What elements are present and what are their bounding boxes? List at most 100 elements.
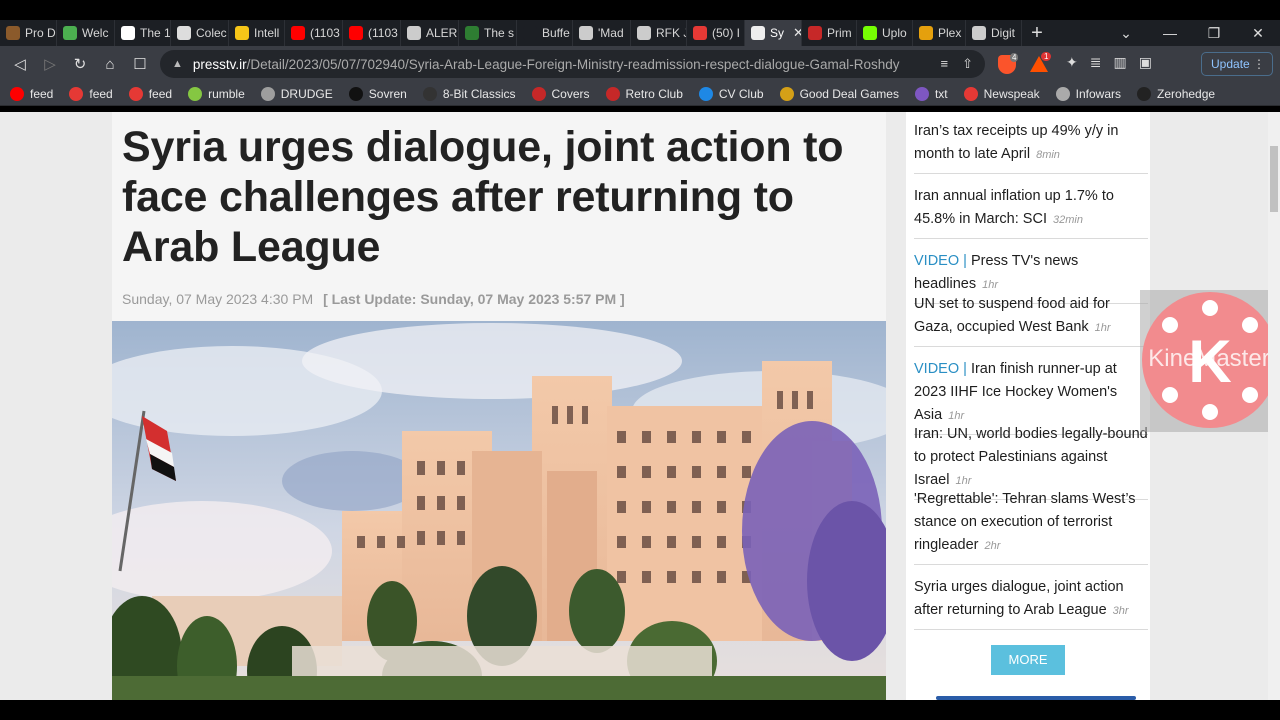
browser-tab[interactable]: The s <box>459 20 517 46</box>
bookmark-item[interactable]: txt <box>914 86 948 101</box>
logo-dot <box>1242 317 1258 333</box>
bookmarks-bar: feed feed feed rumble DRUDGE Sovren 8-Bit Clas… <box>0 82 1280 106</box>
bookmark-item[interactable]: Retro Club <box>605 86 683 101</box>
tab-favicon-icon <box>523 26 537 40</box>
bookmark-favicon-icon <box>779 86 794 101</box>
bookmark-favicon-icon <box>1055 86 1070 101</box>
address-bar[interactable]: ▲ presstv.ir/Detail/2023/05/07/702940/Sy… <box>160 50 985 78</box>
bookmark-favicon-icon <box>698 86 713 101</box>
tab-search-button[interactable]: ⌄ <box>1104 20 1148 46</box>
tab-favicon-icon <box>121 26 135 40</box>
browser-tab[interactable]: RFK J <box>631 20 687 46</box>
browser-tab[interactable]: Colec <box>171 20 229 46</box>
news-age: 3hr <box>1112 605 1129 617</box>
bookmark-item[interactable]: Sovren <box>348 86 407 101</box>
news-item[interactable]: 'Regrettable': Tehran slams West’s stanc… <box>914 488 1148 565</box>
playlist-icon[interactable]: ≣ <box>1090 54 1102 71</box>
browser-tab[interactable]: ALER <box>401 20 459 46</box>
back-button[interactable]: ◁ <box>5 55 35 73</box>
news-age: 1hr <box>948 410 965 422</box>
minimize-button[interactable]: — <box>1148 20 1192 46</box>
home-button[interactable]: ⌂ <box>95 56 125 73</box>
sidebar-icon[interactable]: ▥ <box>1113 54 1126 71</box>
bookmark-icon[interactable]: ☐ <box>125 55 155 73</box>
extensions-icon[interactable]: ✦ <box>1066 54 1078 71</box>
bookmark-favicon-icon <box>69 86 84 101</box>
url-path: /Detail/2023/05/07/702940/Syria-Arab-Lea… <box>246 56 900 72</box>
reader-mode-icon[interactable]: ≡ <box>941 56 949 72</box>
browser-tab[interactable]: Uplo <box>857 20 913 46</box>
news-age: 32min <box>1052 214 1083 226</box>
browser-tab[interactable]: (50) I <box>687 20 745 46</box>
bookmark-item[interactable]: Covers <box>531 86 590 101</box>
bookmark-item[interactable]: Zerohedge <box>1137 86 1215 101</box>
close-tab-icon[interactable]: ✕ <box>793 25 801 41</box>
wallet-icon[interactable]: ▣ <box>1139 54 1152 71</box>
reload-button[interactable]: ↻ <box>65 55 95 73</box>
tab-title: RFK J <box>656 26 687 40</box>
share-icon[interactable]: ⇧ <box>962 56 973 72</box>
latest-news-sidebar: Iran’s tax receipts up 49% y/y in month … <box>906 112 1150 700</box>
menu-icon[interactable]: ⋮ <box>1253 53 1265 75</box>
scrollbar-thumb[interactable] <box>1270 146 1278 212</box>
forward-button[interactable]: ▷ <box>35 55 65 73</box>
news-title: Iran: UN, world bodies legally-bound to … <box>914 426 1148 488</box>
bookmark-label: Retro Club <box>625 86 683 101</box>
tab-title: Pro D <box>25 26 56 40</box>
tab-favicon-icon <box>919 26 933 40</box>
browser-tab[interactable]: Buffe <box>517 20 573 46</box>
browser-tab[interactable]: Sy ✕ <box>745 20 802 46</box>
browser-tab[interactable]: The 1 <box>115 20 171 46</box>
bookmark-item[interactable]: feed <box>128 86 172 101</box>
url-host: presstv.ir <box>192 56 247 72</box>
bookmark-item[interactable]: 8-Bit Classics <box>422 86 516 101</box>
news-age: 1hr <box>1094 322 1111 334</box>
tab-title: The 1 <box>140 26 171 40</box>
tab-title: Buffe <box>542 26 570 40</box>
web-page: Syria urges dialogue, joint action to fa… <box>0 112 1280 700</box>
bookmark-item[interactable]: rumble <box>188 86 245 101</box>
bookmark-item[interactable]: DRUDGE <box>260 86 333 101</box>
news-item[interactable]: Iran annual inflation up 1.7% to 45.8% i… <box>914 185 1148 239</box>
bookmark-item[interactable]: CV Club <box>698 86 764 101</box>
news-title: Iran’s tax receipts up 49% y/y in month … <box>914 123 1119 162</box>
tab-title: 'Mad <box>598 26 624 40</box>
bookmark-label: Sovren <box>368 86 407 101</box>
news-item[interactable]: Iran’s tax receipts up 49% y/y in month … <box>914 120 1148 174</box>
close-window-button[interactable]: ✕ <box>1236 20 1280 46</box>
news-item[interactable]: Syria urges dialogue, joint action after… <box>914 576 1148 630</box>
site-info-icon[interactable]: ▲ <box>172 58 183 70</box>
bookmark-item[interactable]: Good Deal Games <box>779 86 899 101</box>
browser-tab[interactable]: 'Mad <box>573 20 631 46</box>
page-scrollbar[interactable] <box>1268 112 1280 700</box>
browser-tab[interactable]: Plex <box>913 20 966 46</box>
browser-tab[interactable]: Intell <box>229 20 285 46</box>
tab-favicon-icon <box>349 26 363 40</box>
video-tag: VIDEO | <box>914 361 967 377</box>
news-item[interactable]: UN set to suspend food aid for Gaza, occ… <box>914 293 1148 347</box>
browser-tab[interactable]: Prim <box>802 20 857 46</box>
bookmark-item[interactable]: Newspeak <box>963 86 1040 101</box>
more-button[interactable]: MORE <box>991 645 1065 675</box>
bookmark-favicon-icon <box>260 86 275 101</box>
browser-tab[interactable]: (1103 <box>343 20 401 46</box>
tab-title: (1103 <box>368 26 398 40</box>
new-tab-button[interactable]: + <box>1022 22 1052 45</box>
restore-button[interactable]: ❐ <box>1192 20 1236 46</box>
bookmark-item[interactable]: feed <box>10 86 53 101</box>
bookmark-item[interactable]: Infowars <box>1055 86 1121 101</box>
bookmark-favicon-icon <box>963 86 978 101</box>
bookmark-item[interactable]: feed <box>69 86 113 101</box>
article-dateline: Sunday, 07 May 2023 4:30 PM [ Last Updat… <box>122 291 625 307</box>
tab-list: Pro D Welc The 1 Colec Intell (1103 (1103 ALER T… <box>0 20 1022 46</box>
bookmark-favicon-icon <box>348 86 363 101</box>
news-title: 'Regrettable': Tehran slams West’s stanc… <box>914 491 1136 553</box>
browser-tab[interactable]: (1103 <box>285 20 343 46</box>
browser-tab[interactable]: Welc <box>57 20 115 46</box>
bookmark-favicon-icon <box>1137 86 1152 101</box>
update-button[interactable]: Update ⋮ <box>1201 52 1273 76</box>
browser-tab[interactable]: Pro D <box>0 20 57 46</box>
bookmark-favicon-icon <box>605 86 620 101</box>
publish-date: Sunday, 07 May 2023 4:30 PM <box>122 291 314 307</box>
browser-tab[interactable]: Digit <box>966 20 1022 46</box>
